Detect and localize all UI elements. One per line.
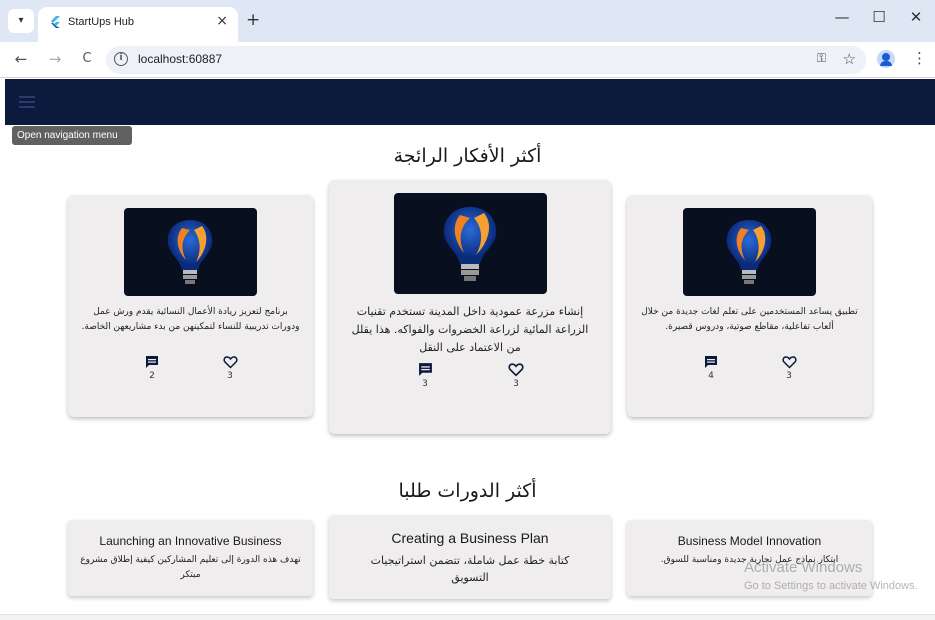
window-close-icon[interactable]: ✕ [906, 8, 926, 26]
comments-count: 4 [708, 371, 714, 381]
course-title: Launching an Innovative Business [99, 534, 282, 548]
browser-tab[interactable]: StartUps Hub × [38, 7, 238, 42]
likes-stat[interactable]: 3 [215, 355, 245, 381]
maximize-icon[interactable]: ☐ [869, 8, 889, 26]
course-description: تهدف هذه الدورة إلى تعليم المشاركين كيفي… [80, 555, 301, 580]
idea-description: برنامج لتعزيز ريادة الأعمال النسائية يقد… [81, 307, 300, 332]
heart-icon[interactable] [781, 355, 797, 369]
idea-description: تطبيق يساعد المستخدمين على تعلم لغات جدي… [641, 307, 858, 332]
info-icon[interactable]: i [114, 52, 128, 66]
heart-icon[interactable] [222, 355, 238, 369]
comments-count: 3 [422, 379, 428, 389]
course-card[interactable]: Launching an Innovative Business تهدف هذ… [68, 520, 313, 596]
likes-count: 3 [513, 379, 519, 389]
course-description: كتابة خطة عمل شاملة، تتضمن استراتيجيات ا… [370, 554, 570, 584]
courses-section-title: أكثر الدورات طلبا [398, 480, 537, 502]
course-title: Creating a Business Plan [391, 530, 549, 546]
app-bar [5, 79, 935, 125]
comments-stat[interactable]: 2 [137, 355, 167, 381]
activate-windows-watermark: Activate Windows [744, 559, 863, 576]
new-tab-button[interactable]: + [246, 10, 260, 30]
navigation-tooltip: Open navigation menu [12, 126, 132, 145]
key-icon[interactable]: ⚿ [817, 51, 826, 66]
forward-arrow-icon[interactable]: → [46, 50, 64, 68]
activate-windows-hint: Go to Settings to activate Windows. [744, 580, 918, 592]
page-bottom-divider [0, 614, 935, 620]
omnibox[interactable]: i localhost:60887 ⚿ ☆ [106, 46, 866, 74]
idea-card[interactable]: تطبيق يساعد المستخدمين على تعلم لغات جدي… [627, 195, 872, 417]
comment-icon[interactable] [145, 355, 159, 369]
star-icon[interactable]: ☆ [843, 50, 856, 68]
url-text[interactable]: localhost:60887 [138, 52, 222, 66]
hamburger-menu-icon[interactable] [19, 96, 35, 108]
address-bar-row: ← → C i localhost:60887 ⚿ ☆ [0, 42, 935, 78]
browser-tab-bar: ▾ StartUps Hub × + — ☐ ✕ [0, 0, 935, 42]
lightbulb-image [394, 193, 547, 294]
likes-stat[interactable]: 3 [501, 362, 531, 389]
lightbulb-image [124, 208, 257, 296]
lightbulb-image [683, 208, 816, 296]
comments-stat[interactable]: 4 [696, 355, 726, 381]
profile-icon[interactable] [877, 50, 895, 68]
idea-card[interactable]: برنامج لتعزيز ريادة الأعمال النسائية يقد… [68, 195, 313, 417]
ideas-section-title: أكثر الأفكار الرائجة [393, 145, 542, 167]
likes-count: 3 [786, 371, 792, 381]
idea-card[interactable]: إنشاء مزرعة عمودية داخل المدينة تستخدم ت… [329, 180, 611, 434]
likes-count: 3 [227, 371, 233, 381]
kebab-menu-icon[interactable]: ⋮ [912, 49, 927, 67]
tab-search-dropdown-icon[interactable]: ▾ [8, 9, 34, 33]
comments-count: 2 [149, 371, 155, 381]
back-arrow-icon[interactable]: ← [12, 50, 30, 68]
comment-icon[interactable] [418, 362, 433, 377]
tab-title: StartUps Hub [68, 16, 135, 28]
reload-icon[interactable]: C [78, 51, 96, 66]
comment-icon[interactable] [704, 355, 718, 369]
course-title: Business Model Innovation [677, 534, 822, 548]
idea-description: إنشاء مزرعة عمودية داخل المدينة تستخدم ت… [351, 305, 589, 354]
tab-close-icon[interactable]: × [216, 13, 228, 29]
flutter-favicon-icon [51, 16, 60, 28]
comments-stat[interactable]: 3 [410, 362, 440, 389]
minimize-icon[interactable]: — [832, 8, 852, 26]
likes-stat[interactable]: 3 [774, 355, 804, 381]
course-card[interactable]: Creating a Business Plan كتابة خطة عمل ش… [329, 515, 611, 599]
heart-icon[interactable] [508, 362, 524, 377]
